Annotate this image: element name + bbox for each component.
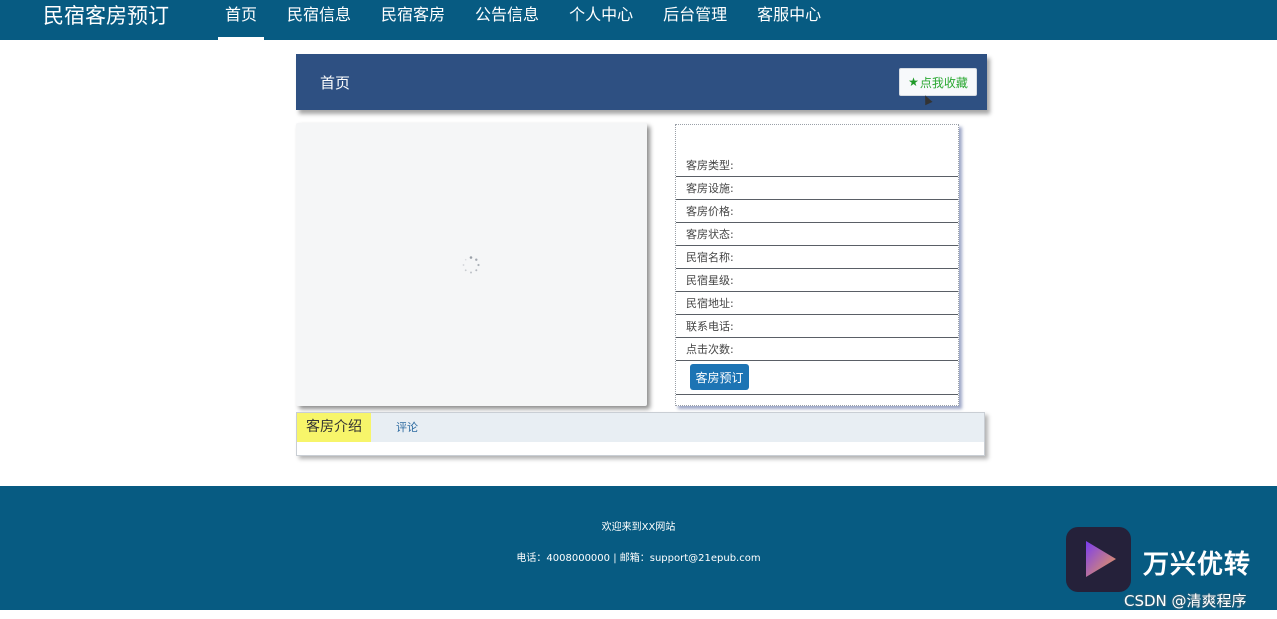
book-room-button[interactable]: 客房预订 [690,364,749,390]
site-brand[interactable]: 民宿客房预订 [43,3,169,29]
nav-item-announcements[interactable]: 公告信息 [468,0,546,40]
nav-item-admin[interactable]: 后台管理 [656,0,734,40]
main-nav: 首页 民宿信息 民宿客房 公告信息 个人中心 后台管理 客服中心 [218,0,844,40]
nav-item-homestay-info[interactable]: 民宿信息 [280,0,358,40]
info-homestay-stars: 民宿星级: [676,269,958,292]
bottom-strip [0,610,1277,619]
room-info-panel: 客房类型: 客房设施: 客房价格: 客房状态: 民宿名称: 民宿星级: 民宿地址… [675,124,959,406]
favorite-button-label: 点我收藏 [919,75,968,90]
watermark-brand-text: 万兴优转 [1143,550,1252,580]
info-phone: 联系电话: [676,315,958,338]
info-homestay-name: 民宿名称: [676,246,958,269]
nav-item-homestay-rooms[interactable]: 民宿客房 [374,0,452,40]
top-navbar: 民宿客房预订 首页 民宿信息 民宿客房 公告信息 个人中心 后台管理 客服中心 [0,0,1277,40]
info-room-price: 客房价格: [676,200,958,223]
info-homestay-address: 民宿地址: [676,292,958,315]
tab-room-intro[interactable]: 客房介绍 [297,413,371,442]
room-info-list: 客房类型: 客房设施: 客房价格: 客房状态: 民宿名称: 民宿星级: 民宿地址… [676,154,958,361]
divider [676,394,958,395]
info-room-facilities: 客房设施: [676,177,958,200]
nav-item-personal-center[interactable]: 个人中心 [562,0,640,40]
nav-item-home[interactable]: 首页 [218,0,265,40]
info-room-status: 客房状态: [676,223,958,246]
info-click-count: 点击次数: [676,338,958,361]
info-room-type: 客房类型: [676,154,958,177]
tabs-bar: 客房介绍 评论 [297,413,984,442]
room-image-carousel[interactable] [296,123,647,406]
favorite-button[interactable]: ★ 点我收藏 [899,68,977,96]
loading-spinner-icon [462,256,480,274]
detail-tabs: 客房介绍 评论 [296,412,985,456]
watermark-csdn-text: CSDN @清爽程序 [1124,592,1247,610]
page-header-panel: 首页 ★ 点我收藏 [296,54,987,110]
watermark-logo-icon [1066,527,1131,592]
nav-item-customer-service[interactable]: 客服中心 [750,0,828,40]
tab-comments[interactable]: 评论 [396,413,418,442]
star-icon: ★ [908,75,919,89]
page-title: 首页 [320,74,351,92]
